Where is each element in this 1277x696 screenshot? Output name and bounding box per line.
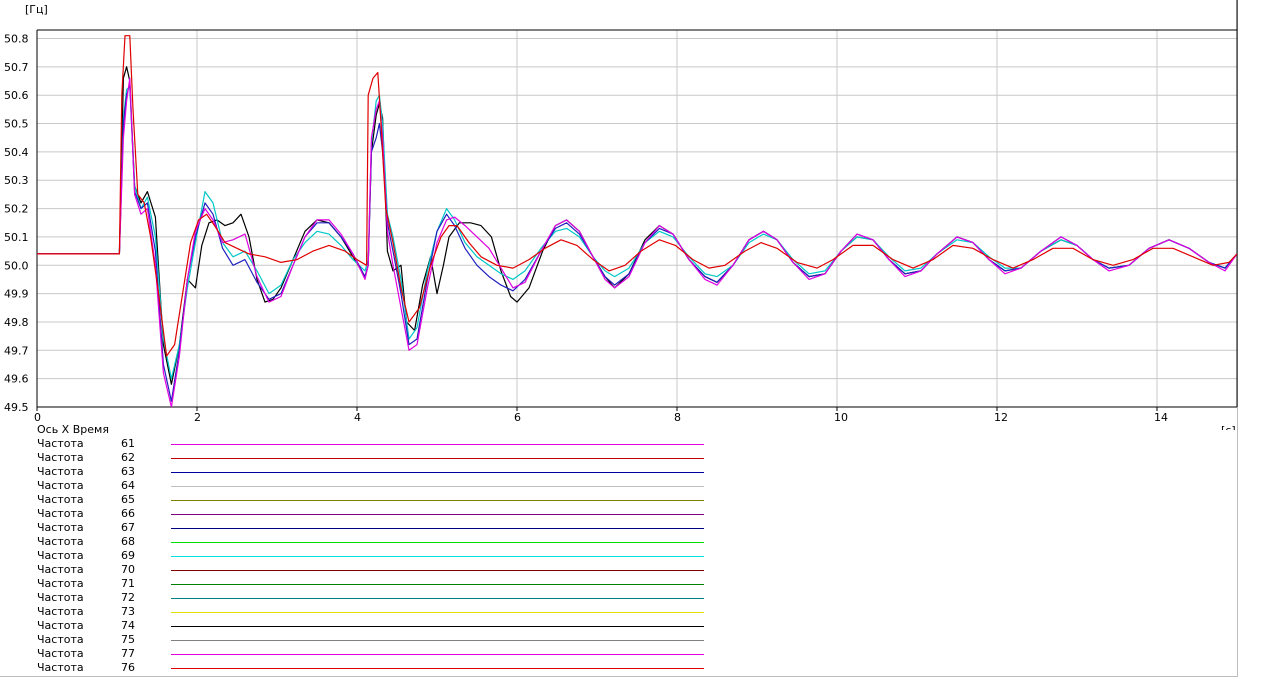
legend-item-number: 73 (121, 605, 135, 618)
legend-item-name: Частота (37, 535, 84, 548)
legend-item-number: 75 (121, 633, 135, 646)
legend-item-number: 61 (121, 437, 135, 450)
y-tick-label: 50.2 (4, 203, 29, 216)
legend-item-swatch (171, 542, 704, 543)
y-tick-label: 50.3 (4, 174, 29, 187)
legend-item-number: 74 (121, 619, 135, 632)
legend-item-swatch (171, 640, 704, 641)
x-axis-label: [с] (1221, 424, 1236, 430)
y-tick-label: 50.7 (4, 61, 29, 74)
legend-item-name: Частота (37, 591, 84, 604)
x-tick-label: 10 (834, 411, 848, 424)
legend-item-name: Частота (37, 605, 84, 618)
x-axis-caption: Ось X Время (37, 423, 109, 436)
y-tick-label: 50.1 (4, 231, 29, 244)
frequency-chart: 49.5 49.6 49.7 49.8 49.9 50.0 50.1 50.2 50.3 50.4… (4, 0, 1238, 430)
legend-item-swatch (171, 528, 704, 529)
legend-item-name: Частота (37, 661, 84, 674)
x-tick-label: 4 (354, 411, 361, 424)
legend-item-number: 69 (121, 549, 135, 562)
legend-item-swatch (171, 668, 704, 669)
legend-item-swatch (171, 584, 704, 585)
y-axis-label: [Гц] (25, 3, 48, 16)
legend-item-name: Частота (37, 563, 84, 576)
legend-item-name: Частота (37, 647, 84, 660)
legend-item-swatch (171, 486, 704, 487)
x-tick-label: 2 (194, 411, 201, 424)
legend-item-swatch (171, 612, 704, 613)
legend-item-number: 77 (121, 647, 135, 660)
legend-item-number: 63 (121, 465, 135, 478)
legend-item-name: Частота (37, 633, 84, 646)
legend-item-number: 76 (121, 661, 135, 674)
legend-item-swatch (171, 626, 704, 627)
legend-item-swatch (171, 598, 704, 599)
legend-item-swatch (171, 514, 704, 515)
legend-item-name: Частота (37, 549, 84, 562)
legend-item-number: 72 (121, 591, 135, 604)
legend-item-swatch (171, 472, 704, 473)
legend-item-name: Частота (37, 507, 84, 520)
y-tick-label: 49.5 (4, 401, 29, 414)
legend-item-name: Частота (37, 465, 84, 478)
legend-item-swatch (171, 570, 704, 571)
y-tick-label: 49.7 (4, 344, 29, 357)
y-tick-label: 50.8 (4, 33, 29, 46)
legend-item-swatch (171, 458, 704, 459)
x-tick-label: 6 (514, 411, 521, 424)
y-tick-label: 50.5 (4, 118, 29, 131)
x-tick-label: 14 (1154, 411, 1168, 424)
legend-item-name: Частота (37, 619, 84, 632)
legend-item-number: 67 (121, 521, 135, 534)
y-tick-label: 50.0 (4, 259, 29, 272)
legend-item-swatch (171, 500, 704, 501)
legend-item-number: 68 (121, 535, 135, 548)
legend-item-number: 65 (121, 493, 135, 506)
legend-item-swatch (171, 654, 704, 655)
y-tick-label: 49.8 (4, 316, 29, 329)
legend-item-name: Частота (37, 521, 84, 534)
legend-item-name: Частота (37, 479, 84, 492)
y-tick-label: 49.6 (4, 373, 29, 386)
legend-item-name: Частота (37, 437, 84, 450)
legend-item-name: Частота (37, 451, 84, 464)
legend-item-swatch (171, 444, 704, 445)
legend-item-name: Частота (37, 577, 84, 590)
x-tick-label: 8 (674, 411, 681, 424)
x-tick-label: 12 (994, 411, 1008, 424)
legend-item-number: 71 (121, 577, 135, 590)
legend-item-number: 70 (121, 563, 135, 576)
legend-item-swatch (171, 556, 704, 557)
y-tick-label: 50.4 (4, 146, 29, 159)
y-tick-label: 49.9 (4, 288, 29, 301)
legend-item-name: Частота (37, 493, 84, 506)
legend-item-number: 62 (121, 451, 135, 464)
legend-item-number: 66 (121, 507, 135, 520)
y-tick-label: 50.6 (4, 89, 29, 102)
legend-item-number: 64 (121, 479, 135, 492)
